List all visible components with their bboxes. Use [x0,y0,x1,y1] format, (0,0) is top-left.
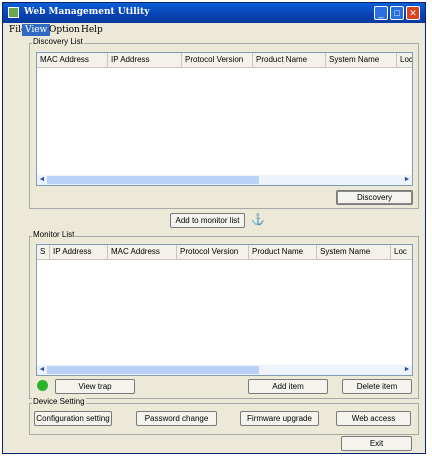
column-mac-address[interactable]: MAC Address [108,245,177,259]
scroll-right-icon[interactable]: ► [402,365,412,375]
scroll-right-icon[interactable]: ► [402,175,412,185]
password-change-button[interactable]: Password change [136,411,217,426]
column-mac-address[interactable]: MAC Address [37,53,108,67]
window-title: Web Management Utility [24,7,150,17]
column-protocol-version[interactable]: Protocol Version [182,53,253,67]
column-ip-address[interactable]: IP Address [50,245,108,259]
title-bar: Web Management Utility _ □ ✕ [3,3,425,23]
add-item-button[interactable]: Add item [248,379,328,394]
scroll-left-icon[interactable]: ◄ [37,365,47,375]
anchor-icon: ⚓ [251,214,265,226]
configuration-setting-button[interactable]: Configuration setting [34,411,112,426]
firmware-upgrade-button[interactable]: Firmware upgrade [240,411,319,426]
column-product-name[interactable]: Product Name [253,53,326,67]
column-system-name[interactable]: System Name [317,245,391,259]
monitor-legend: Monitor List [32,230,76,239]
view-trap-button[interactable]: View trap [55,379,135,394]
monitor-list-header: S IP Address MAC Address Protocol Versio… [37,245,412,260]
column-system-name[interactable]: System Name [326,53,397,67]
column-location[interactable]: Loc [391,245,412,259]
add-to-monitor-button[interactable]: Add to monitor list [170,213,245,228]
scroll-left-icon[interactable]: ◄ [37,175,47,185]
menu-bar: File View Option Help [3,23,425,37]
main-window: Web Management Utility _ □ ✕ File View O… [2,2,426,454]
exit-button[interactable]: Exit [341,436,412,451]
menu-help[interactable]: Help [78,24,106,36]
column-product-name[interactable]: Product Name [249,245,317,259]
discovery-list-header: MAC Address IP Address Protocol Version … [37,53,412,68]
column-protocol-version[interactable]: Protocol Version [177,245,249,259]
status-indicator-icon [37,380,48,391]
app-icon [8,7,19,18]
scroll-thumb[interactable] [47,366,259,374]
column-status[interactable]: S [37,245,50,259]
column-ip-address[interactable]: IP Address [108,53,182,67]
delete-item-button[interactable]: Delete item [342,379,412,394]
maximize-button[interactable]: □ [390,6,404,20]
device-setting-legend: Device Setting [32,397,86,406]
discovery-horizontal-scrollbar[interactable]: ◄ ► [37,175,412,185]
close-button[interactable]: ✕ [406,6,420,20]
monitor-list[interactable]: S IP Address MAC Address Protocol Versio… [36,244,413,376]
monitor-horizontal-scrollbar[interactable]: ◄ ► [37,365,412,375]
web-access-button[interactable]: Web access [336,411,411,426]
scroll-thumb[interactable] [47,176,259,184]
column-location[interactable]: Loc [397,53,412,67]
discovery-legend: Discovery List [32,37,84,46]
minimize-button[interactable]: _ [374,6,388,20]
discovery-list[interactable]: MAC Address IP Address Protocol Version … [36,52,413,186]
discovery-button[interactable]: Discovery [336,190,413,205]
